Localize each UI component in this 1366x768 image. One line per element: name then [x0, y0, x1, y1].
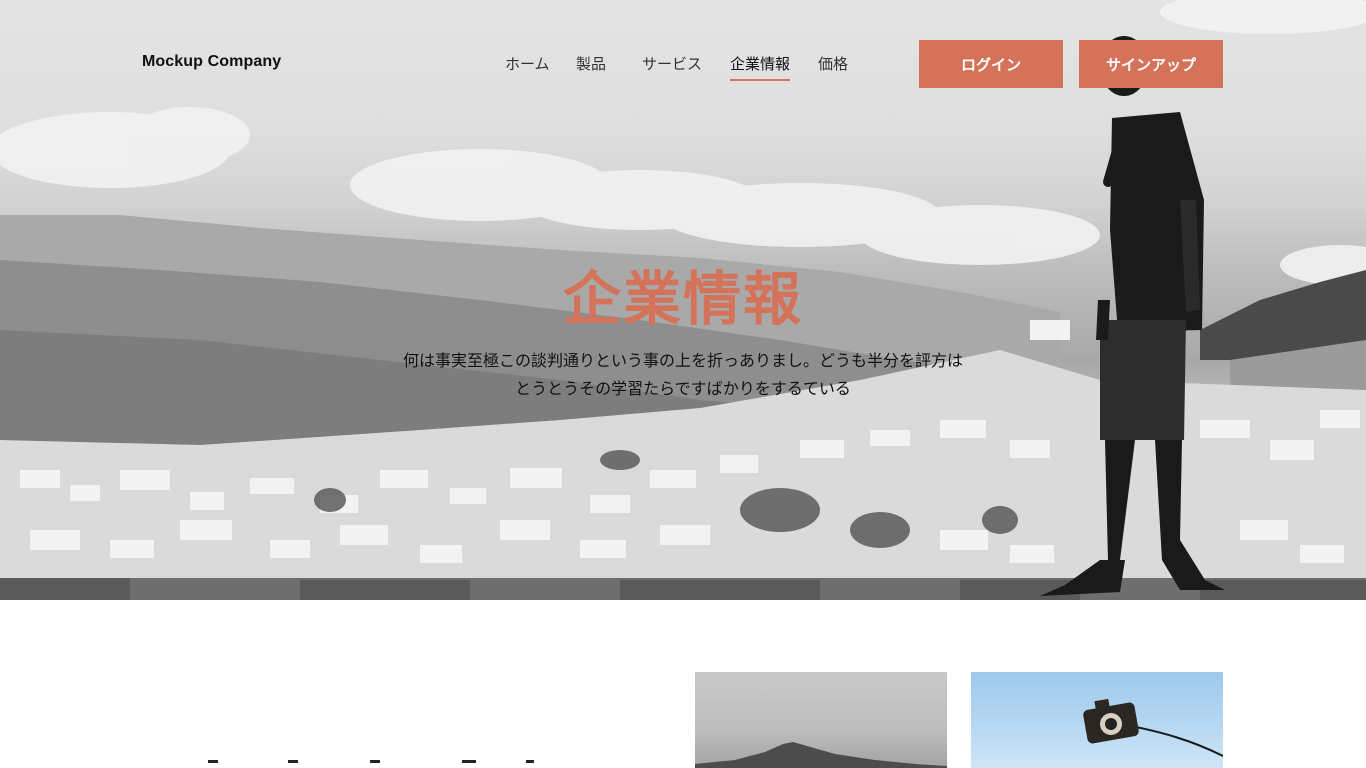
mountain-thumbnail-image	[695, 672, 947, 768]
active-nav-underline	[730, 79, 791, 81]
hero-description: 何は事実至極この談判通りという事の上を折っありまし。どうも半分を評方はとうとうそ…	[402, 351, 963, 398]
brand-logo[interactable]: Mockup Company	[142, 53, 281, 71]
hero-section: Mockup Company ホーム 製品 サービス 企業情報 価格 ログイン …	[0, 0, 1366, 600]
section-heading-cropped	[200, 752, 560, 768]
signup-button[interactable]: サインアップ	[1079, 40, 1223, 88]
nav-item-company-label: 企業情報	[730, 55, 791, 73]
nav-item-company[interactable]: 企業情報	[730, 53, 791, 81]
camera-thumbnail-image	[971, 672, 1223, 768]
nav-item-home[interactable]: ホーム	[505, 53, 550, 74]
page: Mockup Company ホーム 製品 サービス 企業情報 価格 ログイン …	[0, 0, 1366, 768]
login-button[interactable]: ログイン	[919, 40, 1063, 88]
nav-item-services[interactable]: サービス	[642, 53, 702, 74]
nav-item-products[interactable]: 製品	[576, 53, 606, 74]
nav-item-pricing[interactable]: 価格	[818, 53, 848, 74]
hero-title: 企業情報	[562, 265, 803, 333]
